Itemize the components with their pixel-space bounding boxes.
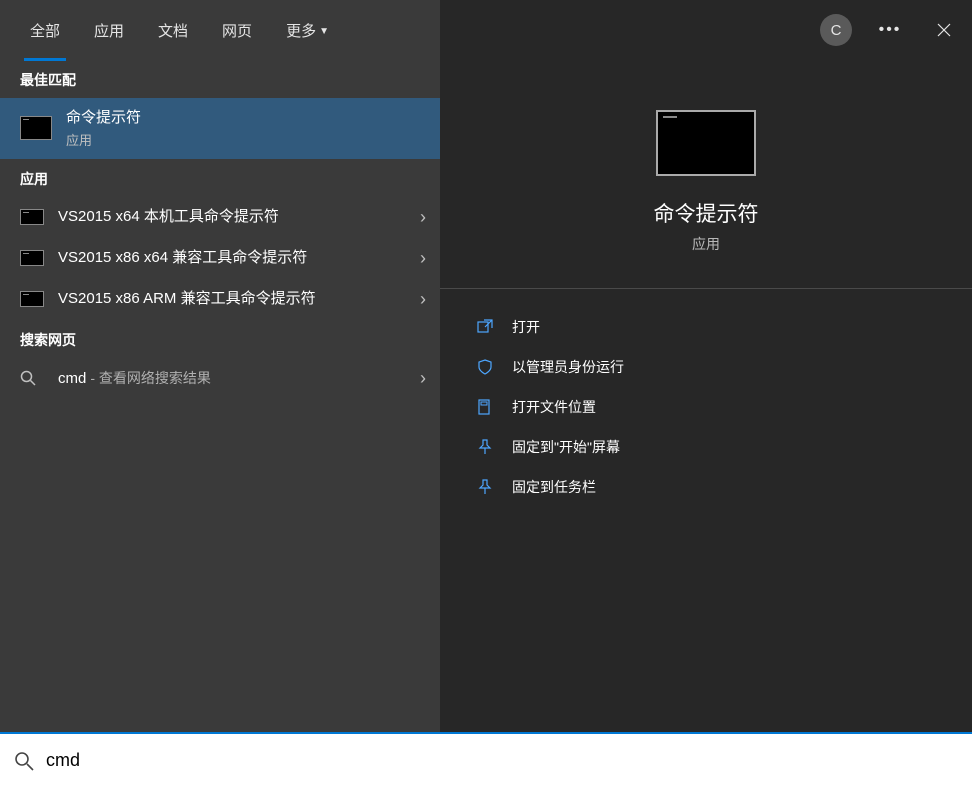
preview-subtitle: 应用 [692,234,720,254]
result-title: VS2015 x64 本机工具命令提示符 [58,207,406,227]
app-result[interactable]: VS2015 x64 本机工具命令提示符 › [0,197,440,238]
tab-all[interactable]: 全部 [30,2,60,59]
pin-icon [476,438,494,456]
chevron-right-icon[interactable]: › [420,368,426,389]
action-label: 打开 [512,317,540,337]
result-title: VS2015 x86 ARM 兼容工具命令提示符 [58,289,406,309]
chevron-right-icon[interactable]: › [420,248,426,269]
chevron-down-icon: ▼ [319,26,329,37]
best-match-result[interactable]: 命令提示符 应用 [0,98,440,159]
close-icon[interactable] [928,14,960,46]
app-result[interactable]: VS2015 x86 x64 兼容工具命令提示符 › [0,238,440,279]
preview-title: 命令提示符 [654,198,759,228]
chevron-right-icon[interactable]: › [420,207,426,228]
action-run-admin[interactable]: 以管理员身份运行 [440,347,972,387]
section-search-web: 搜索网页 [0,320,440,358]
user-avatar[interactable]: C [820,14,852,46]
search-icon [20,370,44,386]
folder-icon [476,398,494,416]
action-pin-start[interactable]: 固定到"开始"屏幕 [440,427,972,467]
actions-list: 打开 以管理员身份运行 打开文件位置 [440,289,972,525]
search-input[interactable] [46,750,958,771]
action-open[interactable]: 打开 [440,307,972,347]
tab-apps[interactable]: 应用 [94,2,124,59]
action-label: 固定到"开始"屏幕 [512,437,620,457]
action-label: 固定到任务栏 [512,477,596,497]
tab-web[interactable]: 网页 [222,2,252,59]
result-title: 命令提示符 [66,108,426,128]
tab-docs[interactable]: 文档 [158,2,188,59]
tab-more[interactable]: 更多▼ [286,2,329,59]
cmd-icon [20,291,44,307]
open-icon [476,318,494,336]
search-bar [0,732,972,787]
action-pin-taskbar[interactable]: 固定到任务栏 [440,467,972,507]
action-label: 以管理员身份运行 [512,357,624,377]
web-search-result[interactable]: cmd- 查看网络搜索结果 › [0,358,440,399]
admin-icon [476,358,494,376]
more-options-icon[interactable]: ••• [874,14,906,46]
web-query: cmd [58,370,86,387]
preview-app-icon [656,110,756,176]
action-open-location[interactable]: 打开文件位置 [440,387,972,427]
action-label: 打开文件位置 [512,397,596,417]
cmd-icon [20,116,52,140]
app-result[interactable]: VS2015 x86 ARM 兼容工具命令提示符 › [0,279,440,320]
pin-icon [476,478,494,496]
preview-block: 命令提示符 应用 打开 以管理员身份运行 [440,60,972,525]
preview-pane: C ••• 命令提示符 应用 打开 [440,0,972,732]
search-icon [14,751,34,771]
results-pane: 全部 应用 文档 网页 更多▼ 最佳匹配 命令提示符 应用 应用 VS2015 … [0,0,440,732]
section-apps: 应用 [0,159,440,197]
web-suffix: - 查看网络搜索结果 [90,370,211,386]
filter-tabs: 全部 应用 文档 网页 更多▼ [0,0,440,60]
header-controls: C ••• [440,0,972,60]
section-best-match: 最佳匹配 [0,60,440,98]
result-title: VS2015 x86 x64 兼容工具命令提示符 [58,248,406,268]
result-subtitle: 应用 [66,130,426,149]
cmd-icon [20,250,44,266]
cmd-icon [20,209,44,225]
chevron-right-icon[interactable]: › [420,289,426,310]
